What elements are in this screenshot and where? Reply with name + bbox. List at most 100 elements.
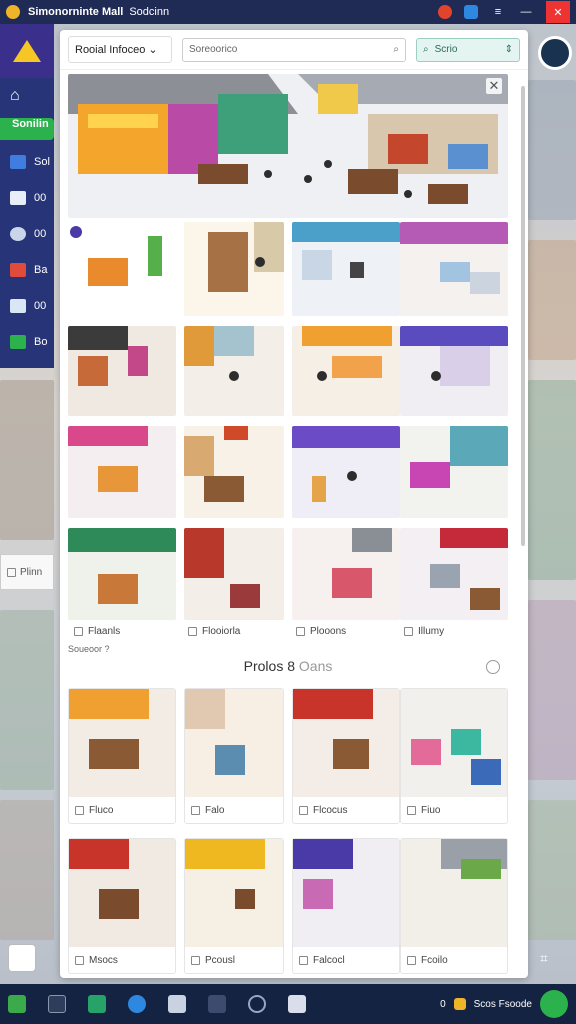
store-icon [10, 191, 26, 205]
section-settings-icon[interactable] [486, 660, 500, 674]
wallet-icon [10, 335, 26, 349]
checkbox-icon [404, 627, 413, 636]
mountain-icon [10, 299, 26, 313]
app-icon [6, 5, 20, 19]
browser-icon[interactable] [128, 995, 146, 1013]
grid-tile[interactable] [68, 326, 176, 416]
home-icon: ⌂ [10, 87, 20, 104]
store-card[interactable]: Fluco [68, 688, 176, 824]
checkbox-icon [191, 806, 200, 815]
grid-tile[interactable] [184, 426, 284, 518]
grid-tile[interactable] [292, 528, 400, 620]
grid-tile[interactable] [400, 222, 508, 316]
side-card[interactable]: Plinn [0, 554, 54, 590]
sidebar-item-4[interactable]: Ba [0, 252, 54, 288]
grid-label-2[interactable]: Flooiorla [188, 626, 240, 637]
close-icon[interactable]: ✕ [486, 78, 502, 94]
taskbar-tray: 0 Scos Fsoode [440, 990, 568, 1018]
checkbox-icon [407, 956, 416, 965]
clock-button[interactable] [8, 944, 36, 972]
sidebar-item-active[interactable]: Sonilin [0, 118, 54, 140]
search-icon: ⌕ [393, 44, 399, 55]
minimize-icon[interactable]: — [518, 4, 534, 20]
grid-tile[interactable] [292, 426, 400, 518]
start-icon[interactable] [8, 995, 26, 1013]
app-grid-icon[interactable] [208, 995, 226, 1013]
checkbox-icon [299, 956, 308, 965]
store-card[interactable]: Fiuo [400, 688, 508, 824]
store-card[interactable]: Flcocus [292, 688, 400, 824]
sidebar-item-5[interactable]: 00 [0, 288, 54, 324]
chevron-down-icon: ⌄ [148, 44, 158, 56]
taskbar: 0 Scos Fsoode [0, 984, 576, 1024]
store-card[interactable]: Pcousl [184, 838, 284, 974]
sidebar-item-6[interactable]: Bo [0, 324, 54, 360]
window-subtitle: Sodcinn [129, 6, 170, 18]
search-icon-small: ⌕ [423, 44, 429, 55]
search-input[interactable]: Soreoorico ⌕ [182, 37, 406, 62]
checkbox-icon [188, 627, 197, 636]
store-card[interactable]: Fcoilo [400, 838, 508, 974]
files-icon[interactable] [88, 995, 106, 1013]
checkbox-icon [75, 956, 84, 965]
drive-icon[interactable] [168, 995, 186, 1013]
smiley-icon[interactable] [248, 995, 266, 1013]
chat-icon[interactable] [288, 995, 306, 1013]
share-icon[interactable] [464, 5, 478, 19]
grid-tile[interactable] [400, 426, 508, 518]
checkbox-icon [407, 806, 416, 815]
checkbox-icon [74, 627, 83, 636]
main-panel: Rooial Infoceo ⌄ Soreoorico ⌕ ⌕ Scrio ⇕ [60, 30, 528, 978]
mall-scene-illustration [68, 74, 508, 218]
toolbar: Rooial Infoceo ⌄ Soreoorico ⌕ ⌕ Scrio ⇕ [60, 30, 528, 70]
grid-view-icon[interactable]: ⌗ [540, 950, 562, 972]
folder-icon[interactable] [453, 998, 466, 1010]
hero-mall-image[interactable]: ✕ [68, 74, 508, 218]
phone-icon[interactable] [540, 990, 568, 1018]
search-button[interactable]: ⌕ Scrio ⇕ [416, 37, 520, 62]
grid-tile[interactable] [400, 326, 508, 416]
grid-label-1[interactable]: Flaanls [74, 626, 120, 637]
grid-tile[interactable] [184, 528, 284, 620]
grid-tile[interactable] [68, 426, 176, 518]
grid-footnote: Soueoor ? [68, 644, 110, 654]
scrollbar[interactable] [521, 86, 525, 546]
sidebar-item-home[interactable]: ⌂ [0, 78, 54, 114]
checkbox-icon [299, 806, 308, 815]
grid-tile[interactable] [292, 222, 400, 316]
terminal-icon[interactable] [48, 995, 66, 1013]
category-dropdown[interactable]: Rooial Infoceo ⌄ [68, 36, 172, 63]
list-icon [10, 263, 26, 277]
sidebar-item-2[interactable]: 00 [0, 180, 54, 216]
checkbox-icon [75, 806, 84, 815]
checkbox-icon [7, 567, 16, 577]
sidebar: ⌂ Sonilin Sol 00 00 Ba 00 Bo [0, 24, 54, 368]
section-title: Prolos 8 Oans [243, 658, 333, 674]
sidebar-item-1[interactable]: Sol [0, 144, 54, 180]
checkbox-icon [191, 956, 200, 965]
calendar-icon [10, 155, 26, 169]
grid-tile[interactable] [68, 222, 176, 316]
store-card[interactable]: Falo [184, 688, 284, 824]
sort-icon: ⇕ [504, 44, 513, 55]
grid-label-3[interactable]: Plooons [296, 626, 346, 637]
store-card[interactable]: Msocs [68, 838, 176, 974]
store-card[interactable]: Falcocl [292, 838, 400, 974]
sidebar-item-3[interactable]: 00 [0, 216, 54, 252]
grid-tile[interactable] [400, 528, 508, 620]
grid-label-4[interactable]: Illumy [404, 626, 444, 637]
close-window-button[interactable]: ✕ [546, 1, 570, 23]
menu-icon[interactable]: ≡ [490, 4, 506, 20]
notification-icon[interactable] [438, 5, 452, 19]
grid-tile[interactable] [184, 222, 284, 316]
profile-avatar[interactable] [538, 36, 572, 70]
logo-icon[interactable] [0, 24, 54, 78]
window-title: Simonorninte Mall [28, 6, 124, 18]
checkbox-icon [296, 627, 305, 636]
content-area: ✕ Flaanls Flooiorla Plooons Illumy Soueo… [68, 74, 508, 974]
grid-tile[interactable] [292, 326, 400, 416]
grid-tile[interactable] [68, 528, 176, 620]
grid-tile[interactable] [184, 326, 284, 416]
title-bar: Simonorninte Mall Sodcinn ≡ — ✕ [0, 0, 576, 24]
compass-icon [10, 227, 26, 241]
